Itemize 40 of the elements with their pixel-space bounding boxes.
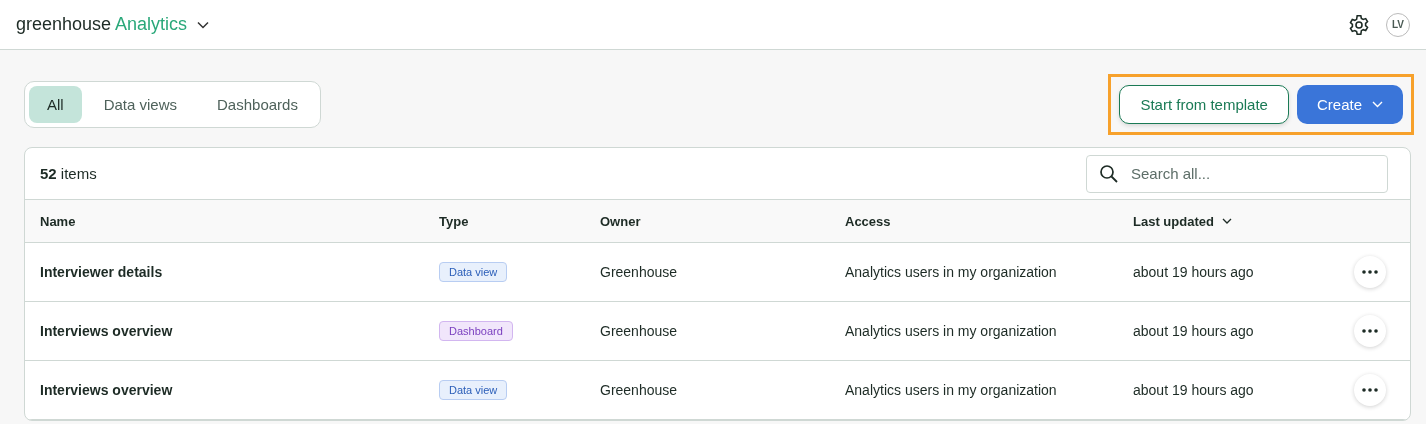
- more-options-button[interactable]: [1354, 315, 1386, 347]
- search-icon: [1099, 163, 1119, 184]
- column-header: Access: [845, 213, 891, 229]
- filter-tab[interactable]: Dashboards: [199, 86, 316, 123]
- owner-text: Greenhouse: [600, 323, 678, 339]
- start-from-template-button[interactable]: Start from template: [1119, 85, 1289, 124]
- sort-chevron-icon[interactable]: [1221, 218, 1232, 224]
- type-tag: Data view: [439, 380, 508, 400]
- item-name[interactable]: Interviews overview: [40, 382, 173, 398]
- create-button[interactable]: Create: [1296, 85, 1403, 124]
- filter-tab[interactable]: Data views: [85, 86, 196, 123]
- owner-text: Greenhouse: [600, 382, 678, 398]
- ellipsis-icon: [1362, 270, 1378, 274]
- search-field[interactable]: Search all...: [1086, 154, 1388, 193]
- column-header: Type: [439, 213, 469, 229]
- access-text: Analytics users in my organization: [845, 264, 1057, 280]
- caret-icon: [1372, 101, 1383, 108]
- ellipsis-icon: [1362, 329, 1378, 333]
- filter-tab[interactable]: All: [29, 86, 82, 123]
- access-text: Analytics users in my organization: [845, 382, 1057, 398]
- item-name[interactable]: Interviews overview: [40, 323, 173, 339]
- access-text: Analytics users in my organization: [845, 323, 1057, 339]
- column-header: Name: [40, 213, 76, 229]
- column-header[interactable]: Last updated: [1133, 213, 1214, 229]
- item-name[interactable]: Interviewer details: [40, 264, 163, 280]
- updated-text: about 19 hours ago: [1133, 382, 1254, 398]
- ellipsis-icon: [1362, 388, 1378, 392]
- item-count: 52 items: [40, 165, 97, 182]
- type-tag: Dashboard: [439, 321, 513, 341]
- more-options-button[interactable]: [1354, 256, 1386, 288]
- owner-text: Greenhouse: [600, 264, 678, 280]
- settings-icon[interactable]: [1348, 13, 1370, 36]
- updated-text: about 19 hours ago: [1133, 264, 1254, 280]
- brand-name: greenhouse: [16, 14, 112, 35]
- chevron-down-icon[interactable]: [197, 20, 210, 29]
- column-header: Owner: [600, 213, 641, 229]
- more-options-button[interactable]: [1354, 374, 1386, 406]
- updated-text: about 19 hours ago: [1133, 323, 1254, 339]
- product-name: Analytics: [115, 14, 188, 35]
- type-tag: Data view: [439, 262, 508, 282]
